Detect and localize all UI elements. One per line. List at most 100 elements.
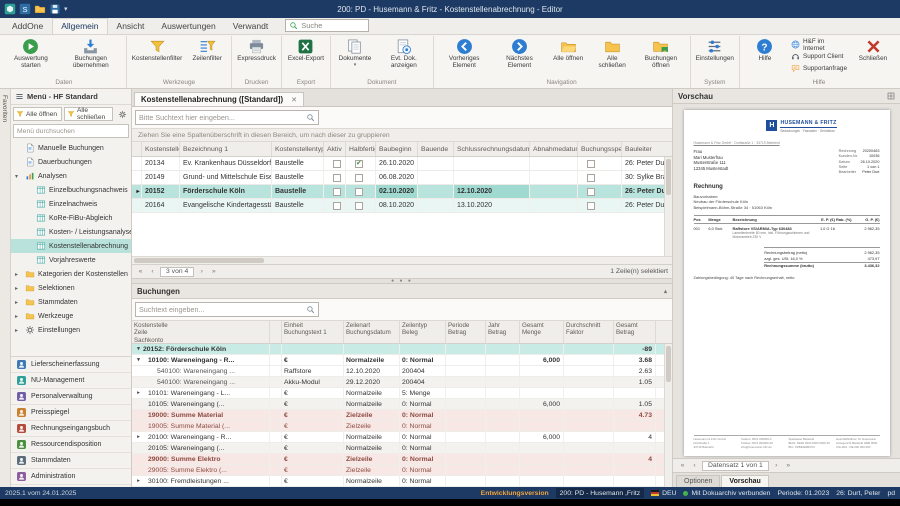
- row-expander-icon[interactable]: ▸: [134, 390, 143, 396]
- tree-expander-icon[interactable]: ▸: [15, 327, 22, 334]
- help-link[interactable]: Support Client: [791, 51, 847, 62]
- ribbon-button[interactable]: Buchungen übernehmen: [58, 37, 124, 70]
- pager-next-icon[interactable]: ›: [197, 268, 206, 275]
- hilfe-button[interactable]: ? Hilfe: [743, 37, 787, 63]
- column-header-kostenstelle-zeile-sachkonto[interactable]: KostenstelleZeileSachkonto: [132, 321, 270, 343]
- column-header-halbfertig[interactable]: Halbfertig: [346, 142, 376, 156]
- tree-expander-icon[interactable]: ▸: [15, 285, 22, 292]
- pager-prev-icon[interactable]: ‹: [148, 268, 157, 275]
- row-expander-icon[interactable]: ▸: [134, 478, 143, 484]
- column-header-buchungssperre[interactable]: Buchungssperre: [578, 142, 622, 156]
- ribbon-button[interactable]: Alle öffnen: [546, 37, 590, 63]
- halbfertig-checkbox[interactable]: [355, 188, 363, 196]
- buchungen-row[interactable]: 20105: Wareneingang (... € Normalzeile 0…: [132, 443, 672, 454]
- buchungen-row[interactable]: 10105: Wareneingang (... € Normalzeile 0…: [132, 399, 672, 410]
- buchungen-row[interactable]: 19005: Summe Material (... € Zielzeile 0…: [132, 421, 672, 432]
- buchungssperre-checkbox[interactable]: [587, 174, 595, 182]
- sidebar-tree-item[interactable]: Dauerbuchungen: [11, 155, 131, 169]
- buchungen-row[interactable]: ▸ 10101: Wareneingang - L... € Normalzei…: [132, 388, 672, 399]
- sidebar-tree-item[interactable]: Einzelnachweis: [11, 197, 131, 211]
- preview-tab[interactable]: Optionen: [676, 475, 720, 487]
- buchungen-row[interactable]: 540100: Wareneingang ... Akku-Modul 29.1…: [132, 377, 672, 388]
- expand-preview-icon[interactable]: [887, 92, 895, 100]
- column-header-blank[interactable]: [270, 321, 282, 343]
- preview-tab[interactable]: Vorschau: [721, 475, 768, 487]
- buchungen-row[interactable]: 29000: Summe Elektro € Zielzeile 0: Norm…: [132, 454, 672, 465]
- scrollbar-thumb[interactable]: [666, 346, 671, 382]
- pager-first-icon[interactable]: «: [678, 462, 687, 469]
- aktiv-checkbox[interactable]: [333, 188, 341, 196]
- sidebar-tree-item[interactable]: Kostenstellenabrechnung: [11, 239, 131, 253]
- quick-access-caret-icon[interactable]: ▾: [64, 5, 68, 13]
- pager-last-icon[interactable]: »: [209, 268, 218, 275]
- column-header-abnahmedatum[interactable]: Abnahmedatum: [530, 142, 578, 156]
- sidebar-module-item[interactable]: Rechnungseingangsbuch: [11, 421, 131, 437]
- sidebar-module-item[interactable]: Personalverwaltung: [11, 389, 131, 405]
- ribbon-tab[interactable]: Auswertungen: [153, 19, 223, 34]
- horizontal-scrollbar[interactable]: [132, 256, 672, 264]
- sidebar-tree-item[interactable]: ▸ Einstellungen: [11, 323, 131, 337]
- vertical-scrollbar[interactable]: [664, 344, 672, 487]
- row-expander-icon[interactable]: ▾: [134, 357, 143, 363]
- period-indicator[interactable]: Periode: 01.2023: [777, 490, 829, 497]
- table-row[interactable]: 20149 Grund- und Mittelschule Eisenfeld …: [132, 171, 672, 185]
- sidebar-tree-item[interactable]: Vorjahreswerte: [11, 253, 131, 267]
- aktiv-checkbox[interactable]: [333, 160, 341, 168]
- document-tab[interactable]: Kostenstellenabrechnung ([Standard]) ✕: [134, 92, 304, 106]
- table-row[interactable]: 20134 Ev. Krankenhaus Düsseldorf Gm... B…: [132, 157, 672, 171]
- ribbon-button[interactable]: Alle schließen: [590, 37, 634, 70]
- language-indicator[interactable]: DEU: [651, 490, 676, 497]
- column-header-periode-betrag[interactable]: PeriodeBetrag: [446, 321, 486, 343]
- grid-search-input[interactable]: Bitte Suchtext hier eingeben...: [135, 110, 319, 125]
- sidebar-tree-item[interactable]: ▸ Stammdaten: [11, 295, 131, 309]
- sidebar-close-all-button[interactable]: Alle schließen: [64, 107, 113, 121]
- scrollbar-thumb[interactable]: [134, 258, 264, 263]
- ribbon-button[interactable]: Zeilenfilter: [185, 37, 229, 63]
- column-header-jahr-betrag[interactable]: JahrBetrag: [486, 321, 520, 343]
- halbfertig-checkbox[interactable]: [355, 160, 363, 168]
- ribbon-tab[interactable]: Ansicht: [109, 19, 153, 34]
- buchungen-row[interactable]: 29005: Summe Elektro (... € Zielzeile 0:…: [132, 465, 672, 476]
- column-header-kostenstellentyp[interactable]: Kostenstellentyp: [272, 142, 324, 156]
- invoice-page[interactable]: H HUSEMANN & FRITZ Bedachungen · Fassade…: [684, 110, 890, 456]
- sidebar-module-item[interactable]: Stammdaten: [11, 453, 131, 469]
- table-row[interactable]: ▸ 20152 Förderschule Köln Baustelle 02.1…: [132, 185, 672, 199]
- column-header-kostenstelle[interactable]: Kostenstelle: [142, 142, 180, 156]
- ribbon-button[interactable]: Expressdruck: [234, 37, 279, 63]
- buchungen-row[interactable]: ▾ 20152: Förderschule Köln -89: [132, 344, 672, 355]
- client-badge[interactable]: 200: PD - Husemann ,Fritz: [556, 488, 644, 498]
- column-header-zeilentyp-beleg[interactable]: ZeilentypBeleg: [400, 321, 446, 343]
- sidebar-tree-item[interactable]: ▸ Kategorien der Kostenstellen: [11, 267, 131, 281]
- sidebar-tree-item[interactable]: ▸ Selektionen: [11, 281, 131, 295]
- aktiv-checkbox[interactable]: [333, 202, 341, 210]
- ribbon-button[interactable]: Nächstes Element: [493, 37, 546, 70]
- vertical-scrollbar[interactable]: [664, 157, 672, 256]
- ribbon-button[interactable]: Excel-Export: [284, 37, 328, 63]
- sidebar-module-item[interactable]: Ressourcendisposition: [11, 437, 131, 453]
- ribbon-tab[interactable]: Verwandt: [225, 19, 276, 34]
- buchungen-row[interactable]: 19000: Summe Material € Zielzeile 0: Nor…: [132, 410, 672, 421]
- column-header-bezeichnung[interactable]: Bezeichnung 1: [180, 142, 272, 156]
- column-header-durchschnitt-faktor[interactable]: DurchschnittFaktor: [564, 321, 614, 343]
- column-header-zeilenart-buchungsdatum[interactable]: ZeilenartBuchungsdatum: [344, 321, 400, 343]
- row-expander-icon[interactable]: ▸: [134, 434, 143, 440]
- sidebar-tree-item[interactable]: KoRe-FiBu-Abgleich: [11, 211, 131, 225]
- buchungen-row[interactable]: ▸ 30100: Fremdleistungen ... € Normalzei…: [132, 476, 672, 487]
- menu-icon[interactable]: [15, 92, 24, 101]
- column-header-gesamt-betrag[interactable]: GesamtBetrag: [614, 321, 656, 343]
- column-header-schlussrechnungsdatum[interactable]: Schlussrechnungsdatum: [454, 142, 530, 156]
- sidebar-tree-item[interactable]: ▾ Analysen: [11, 169, 131, 183]
- help-link[interactable]: Supportanfrage: [791, 63, 847, 74]
- open-folder-icon[interactable]: [34, 3, 46, 15]
- buchungen-row[interactable]: 540100: Wareneingang ... Raffstore 12.10…: [132, 366, 672, 377]
- ribbon-button[interactable]: Evt. Dok. anzeigen: [377, 37, 431, 70]
- halbfertig-checkbox[interactable]: [355, 202, 363, 210]
- pager-next-icon[interactable]: ›: [772, 462, 781, 469]
- tree-expander-icon[interactable]: ▸: [15, 271, 22, 278]
- pager-first-icon[interactable]: «: [136, 268, 145, 275]
- tree-expander-icon[interactable]: ▾: [15, 173, 22, 180]
- sidebar-settings-gear-icon[interactable]: [115, 107, 129, 121]
- close-editor-button[interactable]: Schließen: [851, 37, 895, 63]
- ribbon-button[interactable]: Kostenstellenfilter: [129, 37, 185, 63]
- row-expander-icon[interactable]: ▾: [134, 346, 143, 352]
